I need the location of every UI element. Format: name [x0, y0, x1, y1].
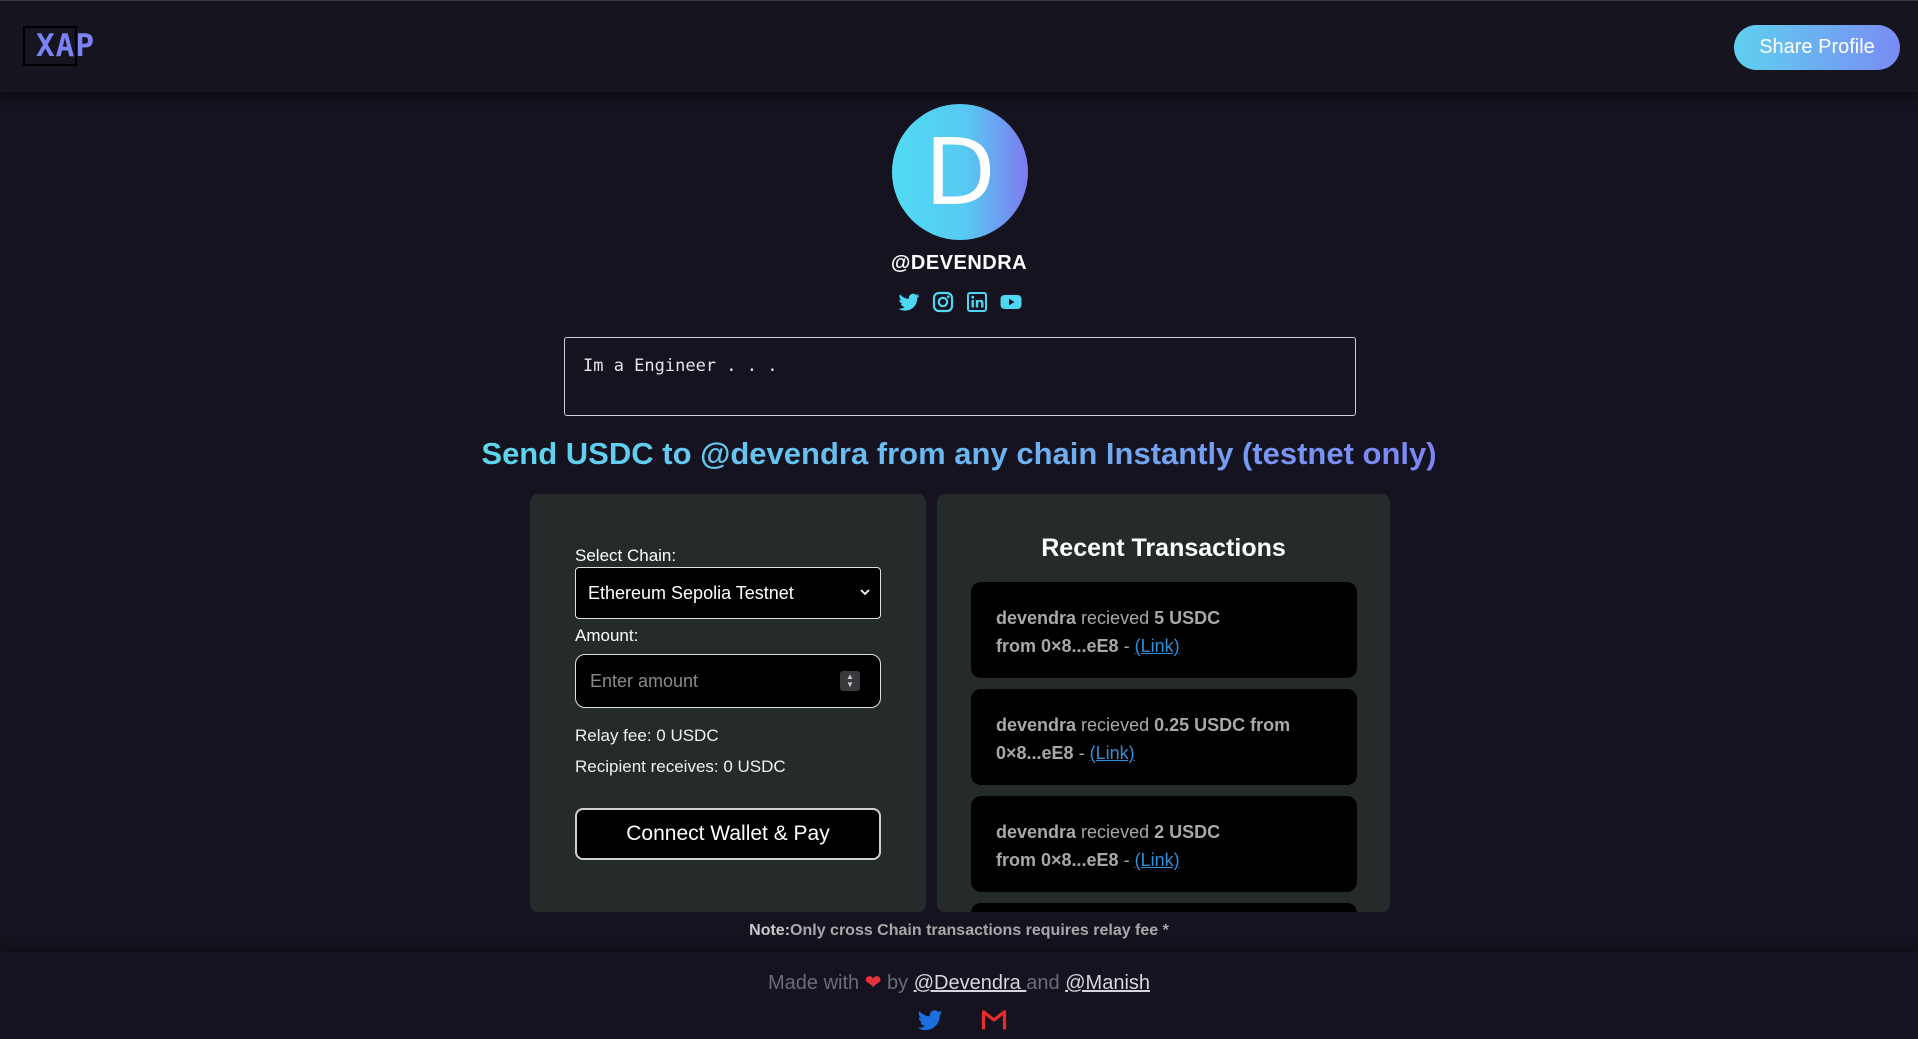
- heart-icon: ❤: [864, 972, 882, 994]
- tx-amount: 2 USDC: [1154, 822, 1221, 842]
- profile-handle: @DEVENDRA: [890, 252, 1028, 274]
- recipient-receives-text: Recipient receives: 0 USDC: [575, 757, 786, 776]
- footer-by: by: [881, 972, 914, 994]
- tx-user: devendra: [996, 715, 1077, 735]
- tx-user: devendra: [996, 608, 1077, 628]
- footer-made-with: Made with: [767, 972, 860, 994]
- avatar: D: [892, 104, 1028, 240]
- transaction-item: devendra recieved 5 USDC from 0×8...eE8 …: [971, 582, 1357, 678]
- footer-credits: Made with ❤ by @Devendra and @Manish: [0, 970, 1918, 995]
- send-headline: Send USDC to @devendra from any chain In…: [0, 436, 1918, 472]
- recent-transactions-title: Recent Transactions: [1041, 534, 1286, 562]
- tx-amount: 5 USDC: [1154, 608, 1221, 628]
- relay-fee-text: Relay fee: 0 USDC: [575, 726, 719, 745]
- select-chain-label: Select Chain:: [575, 546, 677, 565]
- top-header: XAP Share Profile: [0, 0, 1918, 92]
- footer-contact-links: [912, 1005, 1012, 1035]
- transaction-item: devendra recieved 0.25 USDC from 0×8...e…: [971, 689, 1357, 785]
- author-manish-link[interactable]: @Manish: [1065, 972, 1150, 994]
- tx-verb: recieved: [1076, 715, 1155, 735]
- note-prefix: Note:: [749, 922, 791, 939]
- linkedin-icon[interactable]: [965, 290, 989, 314]
- bio-textarea[interactable]: Im a Engineer . . .: [564, 337, 1356, 416]
- app-logo[interactable]: XAP: [23, 26, 94, 66]
- transaction-item-partial: [971, 903, 1357, 912]
- tx-sep: -: [1118, 850, 1135, 870]
- footer-and: and: [1026, 972, 1066, 994]
- youtube-icon[interactable]: [999, 290, 1023, 314]
- tx-sep: -: [1073, 743, 1090, 763]
- instagram-icon[interactable]: [931, 290, 955, 314]
- amount-label: Amount:: [575, 626, 639, 645]
- send-headline-text: Send USDC to @devendra from any chain In…: [481, 436, 1437, 471]
- footer: Made with ❤ by @Devendra and @Manish: [0, 952, 1918, 1039]
- tx-link[interactable]: (Link): [1135, 850, 1180, 870]
- social-links: [895, 289, 1025, 315]
- amount-placeholder: Enter amount: [590, 670, 699, 691]
- tx-sep: -: [1118, 636, 1135, 656]
- twitter-icon[interactable]: [897, 290, 921, 314]
- payment-panel: Select Chain: Ethereum Sepolia Testnet A…: [530, 494, 926, 912]
- tx-link[interactable]: (Link): [1135, 636, 1180, 656]
- gmail-icon[interactable]: [978, 1006, 1010, 1034]
- connect-wallet-pay-button[interactable]: Connect Wallet & Pay: [575, 808, 881, 860]
- author-devendra-link[interactable]: @Devendra: [914, 972, 1027, 994]
- tx-user: devendra: [996, 822, 1077, 842]
- amount-stepper[interactable]: ▲ ▼: [840, 671, 860, 691]
- chain-select-value: Ethereum Sepolia Testnet: [588, 582, 794, 603]
- amount-input[interactable]: Enter amount ▲ ▼: [575, 654, 881, 708]
- relay-fee-note: Note:Only cross Chain transactions requi…: [0, 922, 1918, 940]
- recent-transactions-panel[interactable]: Recent Transactions devendra recieved 5 …: [937, 494, 1390, 912]
- tx-verb: recieved: [1076, 608, 1155, 628]
- chevron-down-icon: [860, 589, 870, 596]
- tx-verb: recieved: [1076, 822, 1155, 842]
- transaction-item: devendra recieved 2 USDC from 0×8...eE8 …: [971, 796, 1357, 892]
- tx-from: from 0×8...eE8: [996, 850, 1119, 870]
- note-text: Only cross Chain transactions requires r…: [790, 922, 1169, 939]
- tx-from: from 0×8...eE8: [996, 636, 1119, 656]
- share-profile-button[interactable]: Share Profile: [1734, 25, 1900, 70]
- tx-link[interactable]: (Link): [1090, 743, 1135, 763]
- stepper-down-icon: ▼: [846, 680, 854, 689]
- chain-select[interactable]: Ethereum Sepolia Testnet: [575, 567, 881, 619]
- twitter-icon[interactable]: [914, 1006, 946, 1034]
